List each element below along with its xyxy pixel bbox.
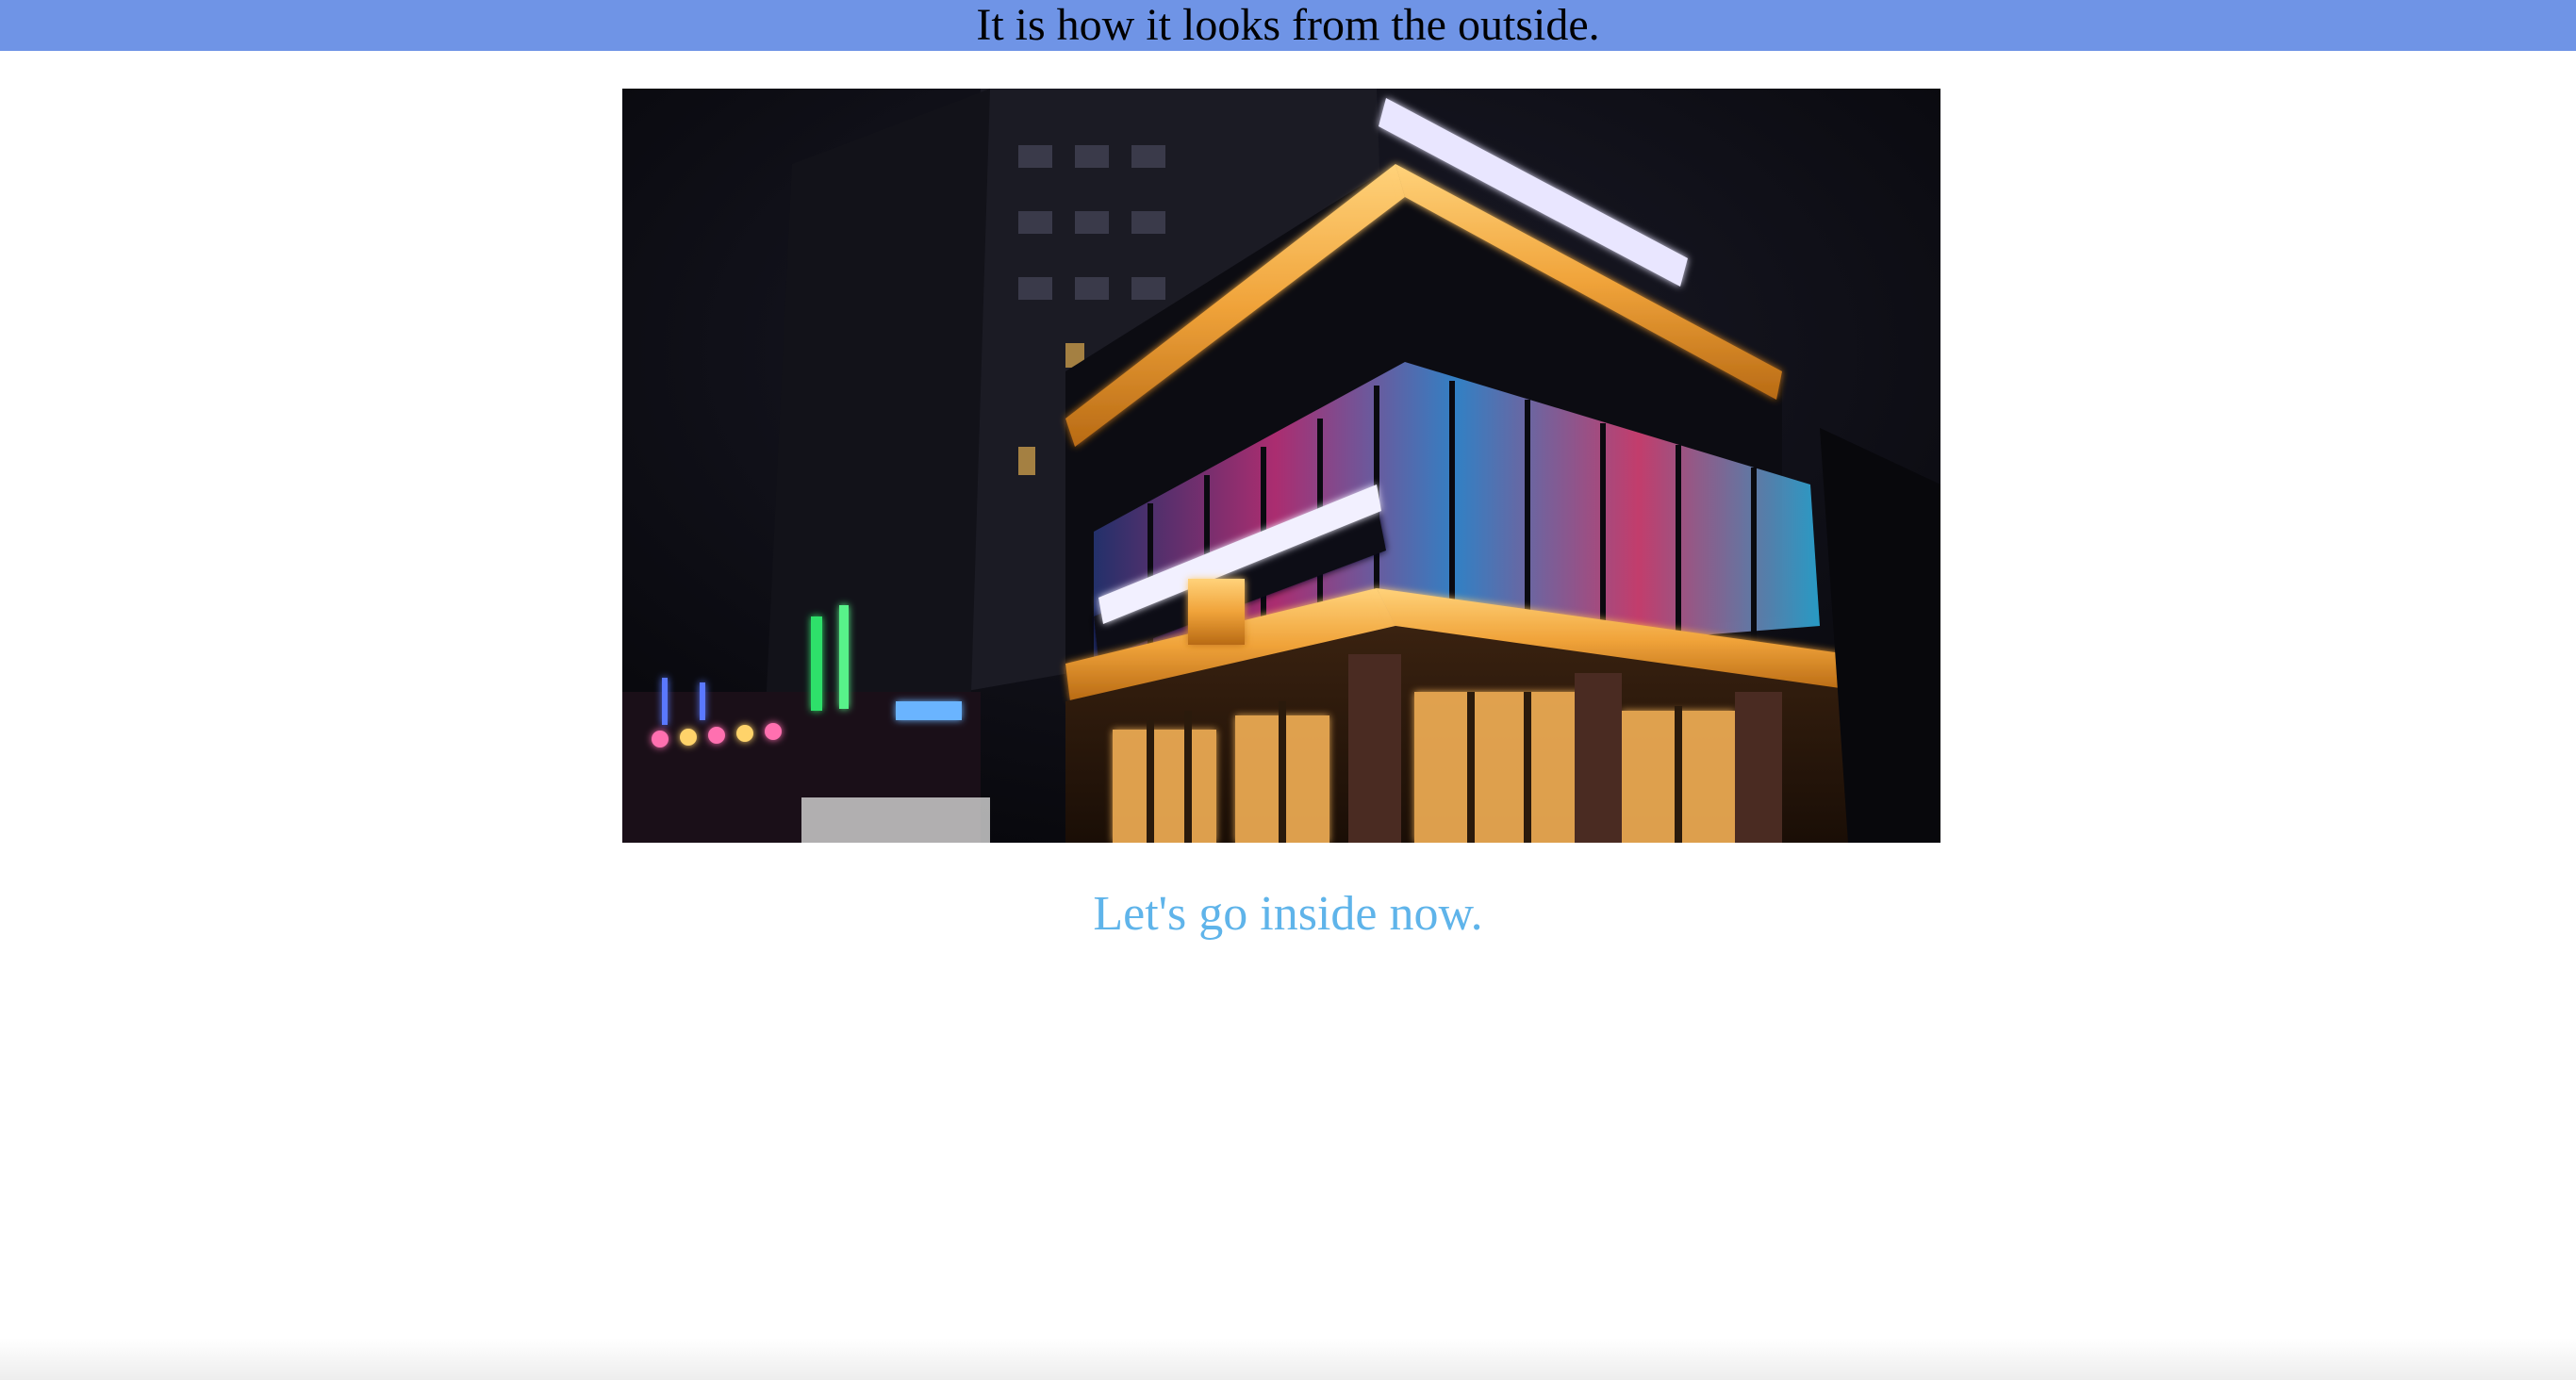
page-title: It is how it looks from the outside. [976, 0, 1600, 50]
go-inside-link[interactable]: Let's go inside now. [0, 886, 2576, 942]
page: It is how it looks from the outside. Let… [0, 0, 2576, 1380]
header-bar: It is how it looks from the outside. [0, 0, 2576, 51]
storefront-photo [622, 89, 1940, 843]
bottom-shade [0, 1339, 2576, 1380]
